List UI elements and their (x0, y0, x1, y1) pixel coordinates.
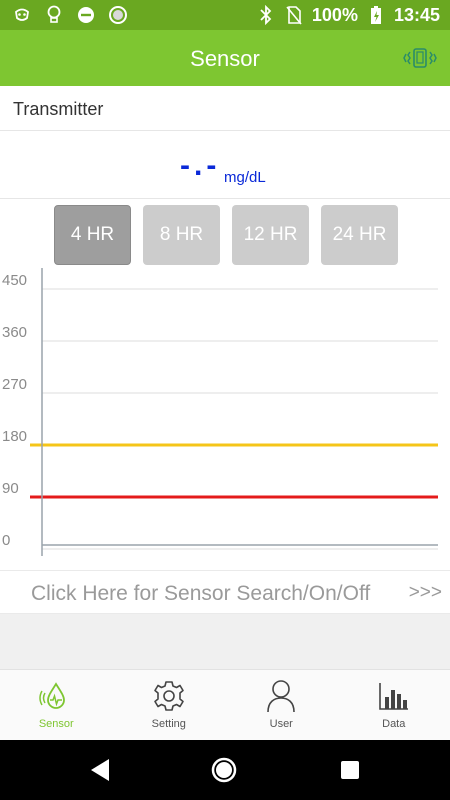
y-tick-label: 270 (2, 376, 27, 393)
bluetooth-icon (256, 5, 276, 25)
nav-label-user: User (269, 718, 293, 730)
nav-item-setting[interactable]: Setting (113, 670, 226, 740)
status-bar: 100% 13:45 (0, 0, 450, 30)
range-8hr-button[interactable]: 8 HR (143, 205, 220, 265)
clock: 13:45 (393, 4, 440, 25)
empty-area (0, 614, 450, 669)
range-24hr-button[interactable]: 24 HR (321, 205, 398, 265)
user-icon (264, 679, 298, 713)
glucose-reading: -.- mg/dL (0, 131, 450, 199)
glucose-unit: mg/dL (224, 169, 266, 186)
do-not-disturb-icon (76, 5, 96, 25)
y-tick-label: 450 (2, 272, 27, 289)
bottom-navigation: Sensor Setting User Data (0, 669, 450, 740)
vibrate-icon (403, 48, 437, 68)
recents-icon[interactable] (336, 756, 364, 784)
bar-chart-icon (377, 679, 411, 713)
nav-item-data[interactable]: Data (338, 670, 450, 740)
android-face-icon (12, 5, 32, 25)
gear-icon (152, 679, 186, 713)
nav-item-sensor[interactable]: Sensor (0, 670, 113, 740)
nav-label-data: Data (382, 718, 406, 730)
page-title: Sensor (190, 46, 260, 71)
glucose-chart: 450 360 270 180 90 0 (0, 268, 450, 560)
chart-canvas: 450 360 270 180 90 0 (2, 268, 438, 556)
record-icon (108, 5, 128, 25)
back-icon[interactable] (86, 756, 114, 784)
vibrate-button[interactable] (402, 42, 438, 74)
home-icon[interactable] (210, 756, 238, 784)
battery-charging-icon (366, 5, 386, 25)
app-bar: Sensor (0, 30, 450, 86)
y-tick-label: 0 (2, 532, 10, 549)
range-4hr-button[interactable]: 4 HR (54, 205, 131, 265)
time-range-selector: 4 HR 8 HR 12 HR 24 HR (54, 205, 398, 265)
y-tick-label: 90 (2, 480, 19, 497)
sensor-search-link[interactable]: Click Here for Sensor Search/On/Off >>> (0, 570, 450, 614)
system-navigation-bar (0, 740, 450, 800)
nav-item-user[interactable]: User (225, 670, 338, 740)
nav-label-sensor: Sensor (38, 718, 74, 730)
chevrons-right-icon: >>> (408, 582, 442, 603)
transmitter-label: Transmitter (13, 99, 104, 119)
no-sim-icon (284, 5, 304, 25)
y-tick-label: 180 (2, 428, 27, 445)
range-12hr-button[interactable]: 12 HR (232, 205, 309, 265)
sensor-drop-icon (39, 679, 73, 713)
y-tick-label: 360 (2, 324, 27, 341)
glucose-value: -.- (180, 149, 221, 182)
transmitter-row[interactable]: Transmitter (0, 86, 450, 131)
nav-label-setting: Setting (151, 718, 186, 730)
sensor-search-label: Click Here for Sensor Search/On/Off (31, 582, 371, 605)
lightbulb-icon (44, 5, 64, 25)
battery-level: 100% (311, 4, 358, 25)
